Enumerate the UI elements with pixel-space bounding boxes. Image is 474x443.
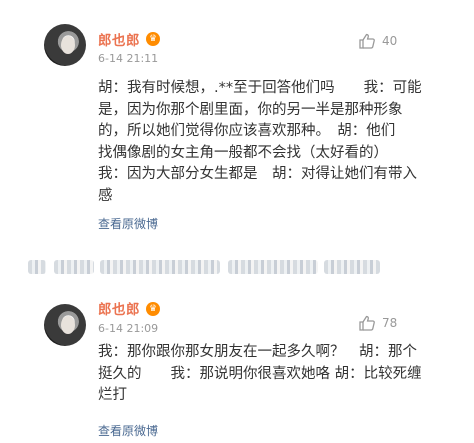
like-count: 78	[382, 316, 398, 330]
blurred-separator	[0, 250, 474, 284]
vip-crown-icon: ♛	[146, 32, 160, 46]
vip-crown-icon: ♛	[146, 302, 160, 316]
comment-text: 胡：我有时候想，.**至于回答他们吗 我：可能 是，因为你那个剧里面，你的另一半…	[98, 78, 430, 207]
comment-item: 郎也郎 ♛ 6-14 21:09 78 我：那你跟你那女朋友在一起多久啊？ 胡：…	[0, 284, 474, 443]
comment-line: 我：因为大部分女生都是 胡：对得让她们有带入	[98, 166, 417, 182]
like-count: 40	[382, 34, 398, 48]
blurred-text	[228, 260, 318, 274]
blurred-text	[28, 260, 46, 274]
comment-line: 烂打	[98, 387, 127, 403]
blurred-text	[100, 260, 220, 274]
comment-line: 感	[98, 187, 113, 204]
comment-line: 挺久的 我：那说明你很喜欢她咯 胡：比较死缠	[98, 365, 422, 382]
thumbs-up-icon	[358, 314, 376, 332]
comment-line: 是，因为你那个剧里面，你的另一半是那种形象	[98, 101, 403, 118]
avatar[interactable]	[44, 24, 86, 66]
thumbs-up-icon	[358, 32, 376, 50]
timestamp: 6-14 21:11	[98, 52, 159, 65]
timestamp: 6-14 21:09	[98, 322, 159, 335]
like-button[interactable]: 78	[358, 314, 397, 332]
comment-text: 我：那你跟你那女朋友在一起多久啊？ 胡：那个 挺久的 我：那说明你很喜欢她咯 胡…	[98, 342, 430, 407]
comment-line: 我：那你跟你那女朋友在一起多久啊？ 胡：那个	[98, 344, 417, 360]
comment-line: 找偶像剧的女主角一般都不会找（太好看的）	[98, 144, 388, 161]
blurred-text	[54, 260, 94, 274]
avatar[interactable]	[44, 304, 86, 346]
view-original-weibo-link[interactable]: 查看原微博	[98, 215, 158, 232]
comment-item: 郎也郎 ♛ 6-14 21:11 40 胡：我有时候想，.**至于回答他们吗 我…	[0, 0, 474, 250]
username[interactable]: 郎也郎	[98, 29, 140, 49]
view-original-weibo-link[interactable]: 查看原微博	[98, 422, 158, 439]
username[interactable]: 郎也郎	[98, 298, 140, 318]
blurred-text	[324, 260, 380, 274]
comment-line: 的，所以她们觉得你应该喜欢那种。 胡：他们	[98, 123, 396, 139]
like-button[interactable]: 40	[358, 32, 397, 50]
comment-line: 胡：我有时候想，.**至于回答他们吗 我：可能	[98, 80, 422, 96]
